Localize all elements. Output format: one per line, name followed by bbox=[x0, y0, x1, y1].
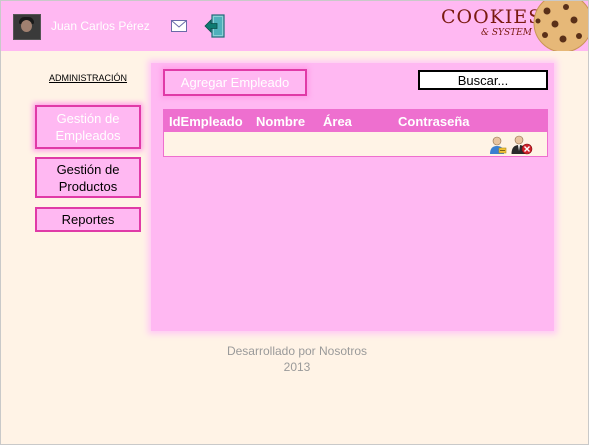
logout-icon[interactable] bbox=[204, 14, 226, 38]
table-header-row: IdEmpleado Nombre Área Contraseña bbox=[164, 110, 547, 132]
add-employee-label: Agregar Empleado bbox=[180, 75, 290, 90]
sidebar-item-gestion-empleados[interactable]: Gestión de Empleados bbox=[35, 105, 141, 149]
footer: Desarrollado por Nosotros 2013 bbox=[161, 343, 433, 375]
top-header: Juan Carlos Pérez COOKIES & SYSTEM bbox=[1, 1, 588, 51]
brand-logo: COOKIES & SYSTEM bbox=[441, 6, 541, 41]
column-header-area: Área bbox=[323, 114, 352, 129]
logo-subtext: & SYSTEM bbox=[481, 28, 532, 38]
admin-section-title: ADMINISTRACIÓN bbox=[49, 73, 128, 83]
footer-credit: Desarrollado por Nosotros bbox=[226, 344, 368, 358]
delete-user-icon[interactable] bbox=[511, 135, 533, 155]
sidebar-item-reportes[interactable]: Reportes bbox=[35, 207, 141, 232]
search-button[interactable]: Buscar... bbox=[418, 70, 548, 90]
column-header-contrasena: Contraseña bbox=[398, 114, 470, 129]
cookie-icon bbox=[533, 1, 588, 51]
avatar bbox=[13, 14, 41, 40]
sidebar-item-label: Gestión de Empleados bbox=[55, 111, 121, 143]
username: Juan Carlos Pérez bbox=[51, 19, 150, 33]
search-label: Buscar... bbox=[457, 72, 509, 88]
add-employee-button[interactable]: Agregar Empleado bbox=[163, 69, 307, 96]
sidebar-item-label: Gestión de Productos bbox=[56, 161, 120, 194]
footer-year: 2013 bbox=[283, 360, 311, 374]
sidebar-item-gestion-productos[interactable]: Gestión de Productos bbox=[35, 157, 141, 198]
employee-table: IdEmpleado Nombre Área Contraseña bbox=[163, 109, 548, 157]
column-header-idempleado: IdEmpleado bbox=[169, 114, 243, 129]
sidebar-item-label: Reportes bbox=[61, 212, 115, 227]
edit-user-icon[interactable] bbox=[489, 136, 507, 155]
mail-icon[interactable] bbox=[171, 20, 187, 32]
column-header-nombre: Nombre bbox=[256, 114, 306, 129]
app-window: Juan Carlos Pérez COOKIES & SYSTEM ADMIN… bbox=[0, 0, 589, 445]
logo-text: COOKIES bbox=[441, 6, 543, 28]
content-panel bbox=[151, 63, 554, 331]
